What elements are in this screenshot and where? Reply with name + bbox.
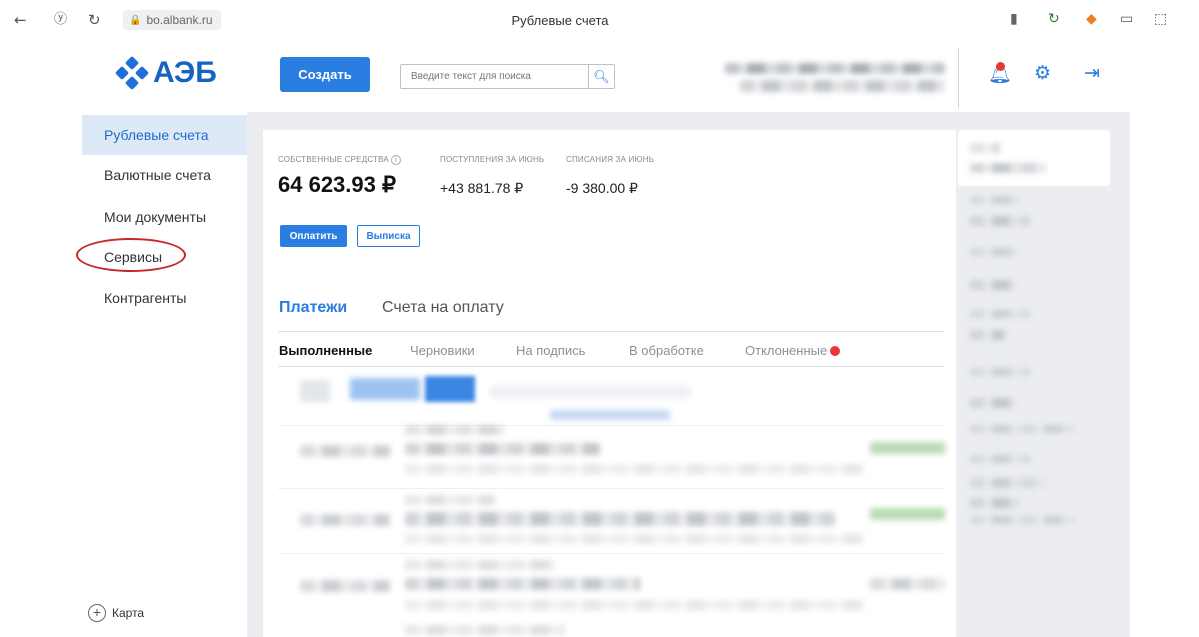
tab-payments[interactable]: Платежи	[279, 299, 347, 317]
fox-icon[interactable]: ◆	[1086, 11, 1097, 27]
search-input[interactable]	[401, 65, 588, 88]
list-item[interactable]	[970, 163, 1045, 173]
table-row[interactable]	[405, 495, 495, 505]
list-item[interactable]	[970, 516, 1075, 524]
tab-to-sign[interactable]: На подпись	[516, 343, 585, 358]
row-divider	[278, 553, 944, 554]
table-row[interactable]	[870, 442, 945, 454]
table-row[interactable]	[550, 410, 670, 420]
sidebar-item-fx-accounts[interactable]: Валютные счета	[82, 155, 247, 195]
tab-completed[interactable]: Выполненные	[279, 343, 372, 358]
table-row[interactable]	[405, 600, 865, 610]
tab-rejected[interactable]: Отклоненные	[745, 343, 841, 358]
pay-button[interactable]: Оплатить	[280, 225, 347, 247]
battery-icon[interactable]: ▭	[1120, 11, 1133, 27]
card-label: Карта	[112, 606, 145, 620]
table-row[interactable]	[870, 578, 945, 590]
table-row[interactable]	[425, 376, 475, 402]
highlight-circle	[76, 238, 186, 272]
user-info-blurred	[725, 63, 945, 74]
list-item[interactable]	[970, 196, 1020, 204]
list-item[interactable]	[970, 330, 1005, 340]
tab2-divider	[278, 366, 944, 367]
search-box: 🔍︎	[400, 64, 615, 89]
extension-icon[interactable]: ↻	[1048, 11, 1060, 27]
table-row[interactable]	[405, 512, 835, 526]
outflow-value: -9 380.00 ₽	[566, 180, 638, 196]
sidebar-item-rub-accounts[interactable]: Рублевые счета	[82, 115, 247, 155]
table-row[interactable]	[350, 378, 420, 400]
tab-drafts[interactable]: Черновики	[410, 343, 475, 358]
table-row[interactable]	[405, 560, 555, 570]
statement-button[interactable]: Выписка	[357, 225, 420, 247]
header-divider	[958, 48, 959, 108]
bookmark-icon[interactable]: ▮	[1010, 11, 1018, 27]
table-row[interactable]	[405, 425, 505, 435]
row-divider	[278, 488, 944, 489]
row-divider	[278, 425, 944, 426]
list-item[interactable]	[970, 478, 1045, 488]
own-funds-label: СОБСТВЕННЫЕ СРЕДСТВА i	[278, 155, 401, 165]
translate-icon[interactable]: ⬚	[1154, 11, 1167, 27]
list-item[interactable]	[970, 455, 1030, 463]
table-row[interactable]	[300, 580, 390, 592]
user-info-blurred-2	[740, 80, 945, 92]
list-item[interactable]	[970, 425, 1075, 433]
table-row[interactable]	[405, 464, 865, 474]
notification-badge	[996, 62, 1005, 71]
list-item[interactable]	[970, 368, 1030, 376]
list-item[interactable]	[970, 248, 1020, 256]
logo[interactable]: АЭБ	[114, 55, 217, 91]
tab-divider	[278, 331, 944, 332]
browser-toolbar: ← ⓨ ↻ 🔒 bo.albank.ru Рублевые счета ▮ ↻ …	[0, 0, 1199, 40]
table-row[interactable]	[405, 625, 565, 635]
balance-value: 64 623.93 ₽	[278, 172, 396, 197]
list-item[interactable]	[970, 280, 1015, 290]
gear-icon[interactable]: ⚙	[1034, 62, 1051, 84]
tab-invoices[interactable]: Счета на оплату	[382, 299, 504, 317]
tab-processing[interactable]: В обработке	[629, 343, 704, 358]
list-item[interactable]	[970, 498, 1020, 508]
list-item[interactable]	[970, 143, 1000, 153]
table-row[interactable]	[300, 445, 390, 457]
inflow-label: ПОСТУПЛЕНИЯ ЗА ИЮНЬ	[440, 155, 545, 164]
search-icon[interactable]: 🔍︎	[588, 65, 614, 88]
table-row[interactable]	[870, 508, 945, 520]
card-link[interactable]: + Карта	[88, 604, 144, 622]
account-card[interactable]	[958, 130, 1110, 186]
sidebar-item-my-documents[interactable]: Мои документы	[82, 197, 247, 237]
list-item[interactable]	[970, 216, 1030, 226]
list-item[interactable]	[970, 310, 1030, 318]
table-row[interactable]	[490, 386, 690, 398]
create-button[interactable]: Создать	[280, 57, 370, 92]
table-row[interactable]	[300, 380, 330, 402]
table-row[interactable]	[405, 578, 640, 590]
rejected-badge	[830, 346, 841, 356]
logout-icon[interactable]: ⇥	[1084, 62, 1100, 84]
plus-circle-icon: +	[88, 604, 106, 622]
sidebar-item-counterparties[interactable]: Контрагенты	[82, 278, 247, 318]
page-title: Рублевые счета	[511, 13, 609, 28]
list-item[interactable]	[970, 398, 1015, 408]
table-row[interactable]	[405, 534, 865, 544]
logo-text: АЭБ	[153, 56, 217, 89]
table-row[interactable]	[300, 514, 390, 526]
inflow-value: +43 881.78 ₽	[440, 180, 524, 196]
table-row[interactable]	[405, 443, 600, 455]
outflow-label: СПИСАНИЯ ЗА ИЮНЬ	[566, 155, 655, 164]
info-icon[interactable]: i	[390, 155, 401, 165]
logo-icon	[114, 55, 150, 91]
